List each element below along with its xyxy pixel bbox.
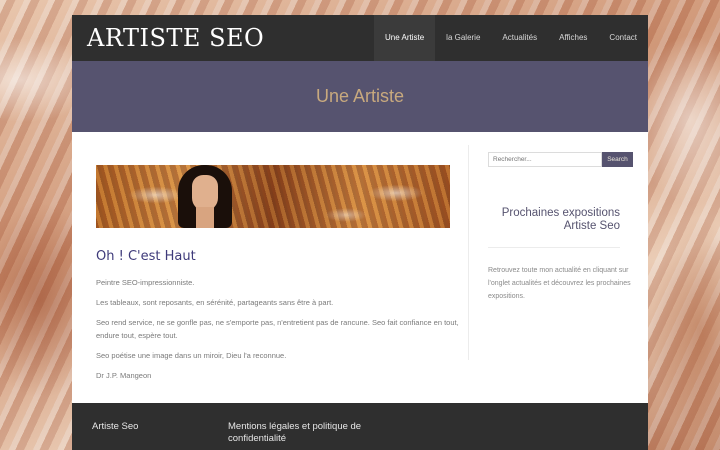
content-area: Oh ! C'est Haut Peintre SEO-impressionni… <box>72 132 648 403</box>
post: Oh ! C'est Haut Peintre SEO-impressionni… <box>96 165 468 382</box>
page-title: Une Artiste <box>315 86 405 106</box>
post-body: Peintre SEO-impressionniste. Les tableau… <box>96 276 468 382</box>
nav-item-une-artiste[interactable]: Une Artiste <box>374 15 436 61</box>
hero-image <box>96 165 450 228</box>
main-nav: Une Artiste la Galerie Actualités Affich… <box>374 15 648 61</box>
post-paragraph: Seo poétise une image dans un miroir, Di… <box>96 351 287 360</box>
page-banner: Une Artiste <box>72 61 648 132</box>
post-paragraph: Seo rend service, ne se gonfle pas, ne s… <box>96 318 459 340</box>
widget-title: Prochaines expositions Artiste Seo <box>501 207 620 232</box>
widget-divider <box>488 247 620 248</box>
widget-text: Retrouvez toute mon actualité en cliquan… <box>488 267 631 300</box>
nav-item-actualites[interactable]: Actualités <box>491 15 548 61</box>
post-paragraph: Les tableaux, sont reposants, en sérénit… <box>96 298 334 307</box>
footer-legal-link[interactable]: Mentions légales et politique de confide… <box>228 421 378 450</box>
search-input[interactable] <box>488 152 602 167</box>
post-title: Oh ! C'est Haut <box>96 249 196 264</box>
site-footer: Artiste Seo Mentions légales et politiqu… <box>72 403 648 450</box>
nav-item-affiches[interactable]: Affiches <box>548 15 598 61</box>
main-column: Oh ! C'est Haut Peintre SEO-impressionni… <box>72 145 469 380</box>
site-header: ARTISTE SEO Une Artiste la Galerie Actua… <box>72 15 648 61</box>
post-paragraph: Peintre SEO-impressionniste. <box>96 278 195 287</box>
search-button[interactable]: Search <box>602 152 633 167</box>
portrait-neck <box>196 207 214 228</box>
sidebar: Search Prochaines expositions Artiste Se… <box>469 132 648 403</box>
footer-site-title: Artiste Seo <box>92 421 139 432</box>
portrait-face <box>192 175 218 211</box>
nav-item-contact[interactable]: Contact <box>598 15 648 61</box>
post-signature: Dr J.P. Mangeon <box>96 371 152 380</box>
site-logo[interactable]: ARTISTE SEO <box>72 15 264 61</box>
nav-item-la-galerie[interactable]: la Galerie <box>435 15 491 61</box>
page-container: ARTISTE SEO Une Artiste la Galerie Actua… <box>72 15 648 450</box>
search-form: Search <box>488 152 633 167</box>
